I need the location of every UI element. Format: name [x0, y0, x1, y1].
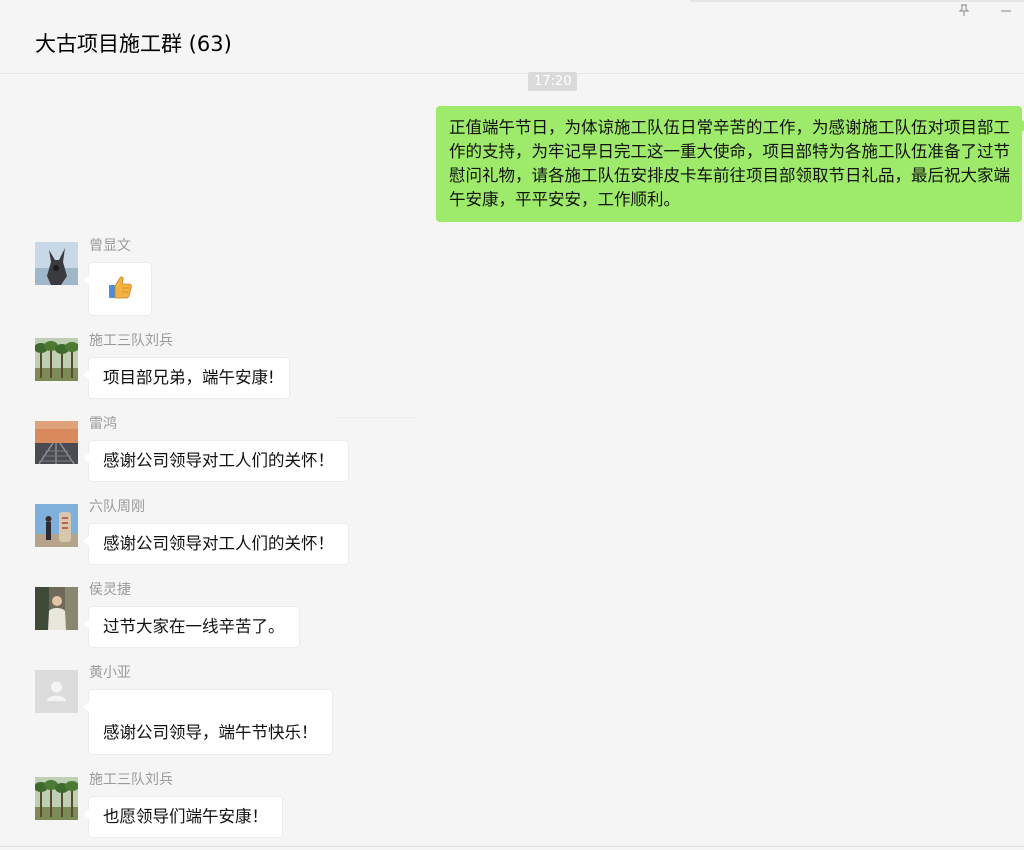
message-bubble[interactable]: 感谢公司领导对工人们的关怀！: [83, 440, 349, 482]
avatar[interactable]: [35, 242, 78, 285]
message-bubble[interactable]: 感谢公司领导对工人们的关怀！: [83, 523, 349, 565]
pin-icon[interactable]: [958, 4, 970, 20]
sender-name: 黄小亚: [89, 665, 131, 681]
message-bubble[interactable]: 项目部兄弟，端午安康!: [83, 357, 290, 399]
avatar[interactable]: [35, 587, 78, 630]
sender-name: 雷鸿: [89, 416, 117, 432]
message-bubble[interactable]: 感谢公司领导，端午节快乐！: [83, 689, 333, 755]
sender-name: 曾显文: [89, 238, 131, 254]
chat-header: 大古项目施工群 (63): [0, 0, 1024, 74]
sender-name: 施工三队刘兵: [89, 333, 173, 349]
sender-name: 六队周刚: [89, 499, 145, 515]
chat-title: 大古项目施工群 (63): [35, 32, 232, 56]
default-avatar-icon: [35, 670, 78, 713]
top-strip: [690, 0, 1024, 2]
message-bubble[interactable]: 过节大家在一线辛苦了。: [83, 606, 300, 648]
divider: [336, 417, 416, 418]
avatar[interactable]: [35, 670, 78, 713]
avatar[interactable]: [35, 504, 78, 547]
input-divider: [0, 846, 1024, 847]
message-bubble[interactable]: [83, 262, 152, 316]
thumbs-up-icon: [106, 273, 134, 306]
timestamp-chip: 17:20: [528, 72, 578, 91]
avatar[interactable]: [35, 338, 78, 381]
message-bubble[interactable]: 也愿领导们端午安康！: [83, 796, 283, 838]
sender-name: 施工三队刘兵: [89, 772, 173, 788]
avatar[interactable]: [35, 777, 78, 820]
minimize-icon[interactable]: [1000, 4, 1012, 19]
avatar[interactable]: [35, 421, 78, 464]
sender-name: 侯灵捷: [89, 582, 131, 598]
own-message-bubble[interactable]: 正值端午节日，为体谅施工队伍日常辛苦的工作，为感谢施工队伍对项目部工作的支持，为…: [436, 106, 1024, 222]
